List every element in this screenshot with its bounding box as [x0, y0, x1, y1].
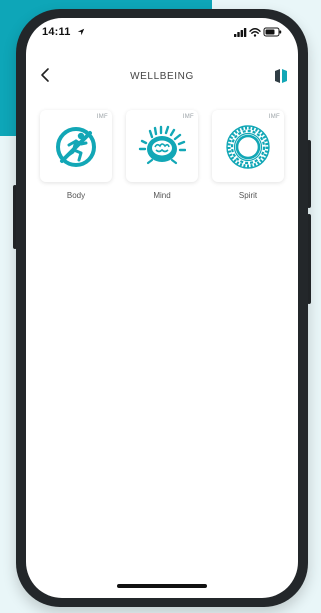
category-label: Mind — [153, 191, 171, 200]
split-panels-icon[interactable] — [274, 68, 288, 84]
status-time: 14:11 — [42, 26, 71, 38]
cellular-signal-icon — [234, 28, 247, 37]
app-showcase: 14:11 WELLBEING IMF Body IMF Mind IMF Sp… — [0, 0, 321, 613]
page-title: WELLBEING — [130, 71, 194, 82]
card-tag: IMF — [182, 114, 194, 120]
location-arrow-icon — [77, 28, 85, 36]
category-card-body[interactable]: IMF Body — [40, 110, 112, 200]
category-card-spirit[interactable]: IMF Spirit — [212, 110, 284, 200]
phone-screen: 14:11 WELLBEING IMF Body IMF Mind IMF Sp… — [26, 18, 298, 598]
home-indicator[interactable] — [117, 584, 207, 588]
navigation-bar: WELLBEING — [26, 62, 298, 90]
category-label: Spirit — [238, 191, 258, 200]
card-tag: IMF — [96, 114, 108, 120]
status-icons-group — [234, 27, 282, 37]
category-card-mind[interactable]: IMF Mind — [126, 110, 198, 200]
status-bar: 14:11 — [26, 18, 298, 44]
category-tile[interactable]: IMF — [212, 110, 284, 182]
brain-head-icon — [138, 125, 186, 165]
phone-frame: 14:11 WELLBEING IMF Body IMF Mind IMF Sp… — [16, 9, 308, 607]
battery-icon — [263, 27, 282, 37]
category-tile[interactable]: IMF — [40, 110, 112, 182]
category-label: Body — [66, 191, 86, 200]
runner-circle-icon — [56, 127, 96, 167]
category-tile[interactable]: IMF — [126, 110, 198, 182]
mandala-ring-icon — [226, 125, 270, 169]
wifi-icon — [249, 28, 261, 37]
card-tag: IMF — [268, 114, 280, 120]
wellbeing-categories: IMF Body IMF Mind IMF Spirit — [40, 110, 284, 210]
